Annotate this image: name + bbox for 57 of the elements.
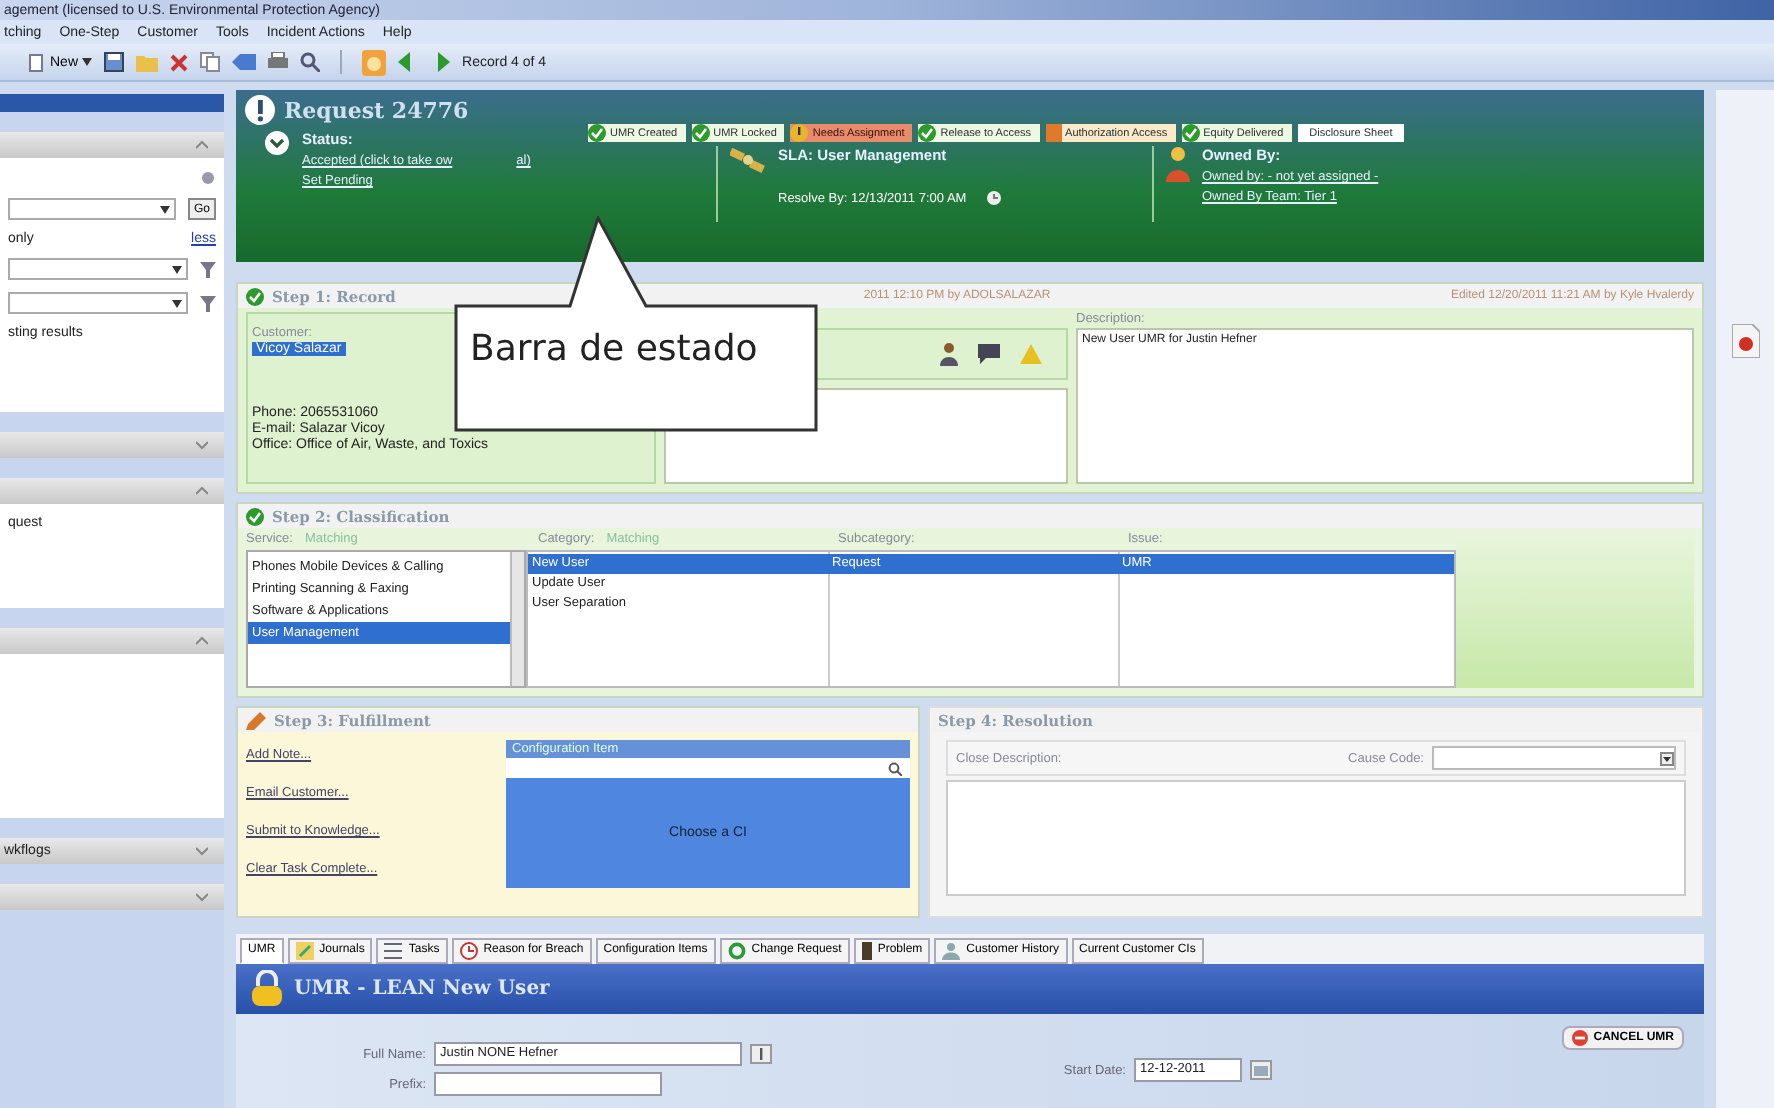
request-title: Request 24776 <box>284 97 469 123</box>
copy-icon[interactable] <box>200 52 221 72</box>
check-icon <box>1181 124 1200 142</box>
scroll-bar[interactable] <box>510 552 524 687</box>
caret-icon <box>159 205 170 213</box>
filter-icon[interactable] <box>200 295 216 311</box>
check-icon <box>588 124 606 142</box>
chevron-icon <box>196 635 208 647</box>
chevron-icon <box>196 439 208 451</box>
warning-icon[interactable] <box>1020 344 1042 365</box>
clock-icon <box>459 941 478 960</box>
dropdown-field[interactable] <box>8 198 176 220</box>
chevron-icon <box>196 485 208 497</box>
filter-icon[interactable] <box>200 261 216 277</box>
umr-title: UMR - LEAN New User <box>294 977 550 1000</box>
cause-code-dropdown[interactable] <box>1432 746 1676 771</box>
close-icon[interactable] <box>170 53 189 71</box>
clock-icon <box>986 190 1003 206</box>
calendar-icon[interactable] <box>1250 1060 1272 1080</box>
chevron-icon <box>196 845 208 857</box>
satellite-icon <box>730 146 766 174</box>
caret-icon <box>82 58 93 66</box>
save-icon[interactable] <box>104 52 125 72</box>
lock-icon <box>252 970 282 1007</box>
person-icon <box>1166 146 1190 182</box>
minus-icon <box>1571 1030 1588 1046</box>
tag-icon[interactable] <box>232 52 257 72</box>
note-icon <box>295 941 314 960</box>
check-icon <box>246 287 264 306</box>
ring-icon <box>727 941 746 960</box>
check-icon <box>691 124 710 142</box>
close-description-field[interactable] <box>946 780 1686 896</box>
folder-icon[interactable] <box>136 52 159 72</box>
callout-text: Barra de estado <box>470 328 758 370</box>
collapse-icon[interactable] <box>264 130 290 156</box>
options-icon[interactable] <box>200 170 216 186</box>
print-icon[interactable] <box>268 52 289 72</box>
chevron-icon <box>196 891 208 903</box>
search-icon[interactable] <box>888 761 902 776</box>
dropdown-field[interactable] <box>8 258 188 280</box>
warning-icon <box>790 124 809 142</box>
caret-icon <box>172 299 182 307</box>
check-icon <box>246 507 264 526</box>
check-icon <box>918 124 937 142</box>
bar-icon <box>861 941 872 960</box>
person-icon[interactable] <box>940 342 958 367</box>
configuration-item-field[interactable] <box>506 758 910 779</box>
chevron-icon <box>196 139 208 151</box>
dropdown-field[interactable] <box>8 292 188 314</box>
chat-icon[interactable] <box>978 344 1000 365</box>
prefix-field[interactable] <box>434 1072 662 1096</box>
pdf-icon[interactable] <box>1731 324 1759 358</box>
find-icon[interactable] <box>300 52 321 72</box>
caret-icon <box>172 265 182 273</box>
person-icon <box>942 941 961 960</box>
list-icon <box>384 941 403 960</box>
dropdown-arrow-icon <box>1660 751 1674 766</box>
